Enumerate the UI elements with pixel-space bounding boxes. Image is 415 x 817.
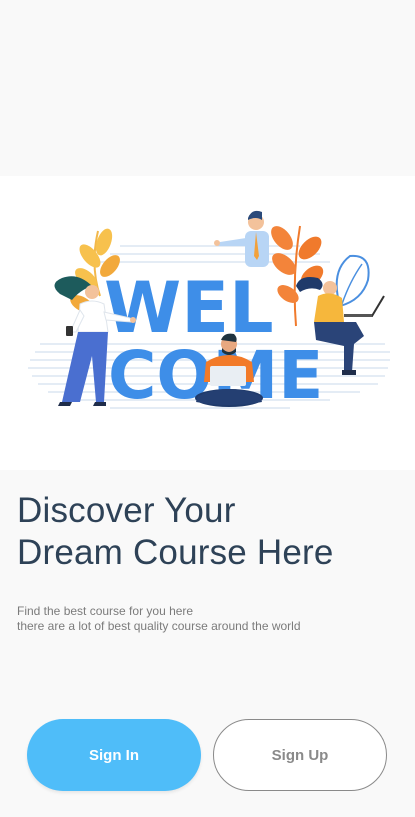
page-title: Discover Your Dream Course Here	[17, 490, 407, 574]
sign-up-label: Sign Up	[271, 746, 329, 764]
headline-line-2: Dream Course Here	[17, 533, 334, 572]
sign-in-label: Sign In	[89, 746, 139, 764]
welcome-illustration-svg: WEL COME	[28, 210, 390, 414]
description-line-2: there are a lot of best quality course a…	[17, 619, 301, 633]
headline-line-1: Discover Your	[17, 491, 236, 530]
sign-up-button[interactable]: Sign Up	[213, 719, 387, 791]
sign-in-button[interactable]: Sign In	[27, 719, 201, 791]
description: Find the best course for you here there …	[17, 604, 407, 634]
welcome-illustration: WEL COME	[0, 176, 415, 470]
description-line-1: Find the best course for you here	[17, 604, 194, 618]
man-pointing-figure	[214, 210, 269, 267]
